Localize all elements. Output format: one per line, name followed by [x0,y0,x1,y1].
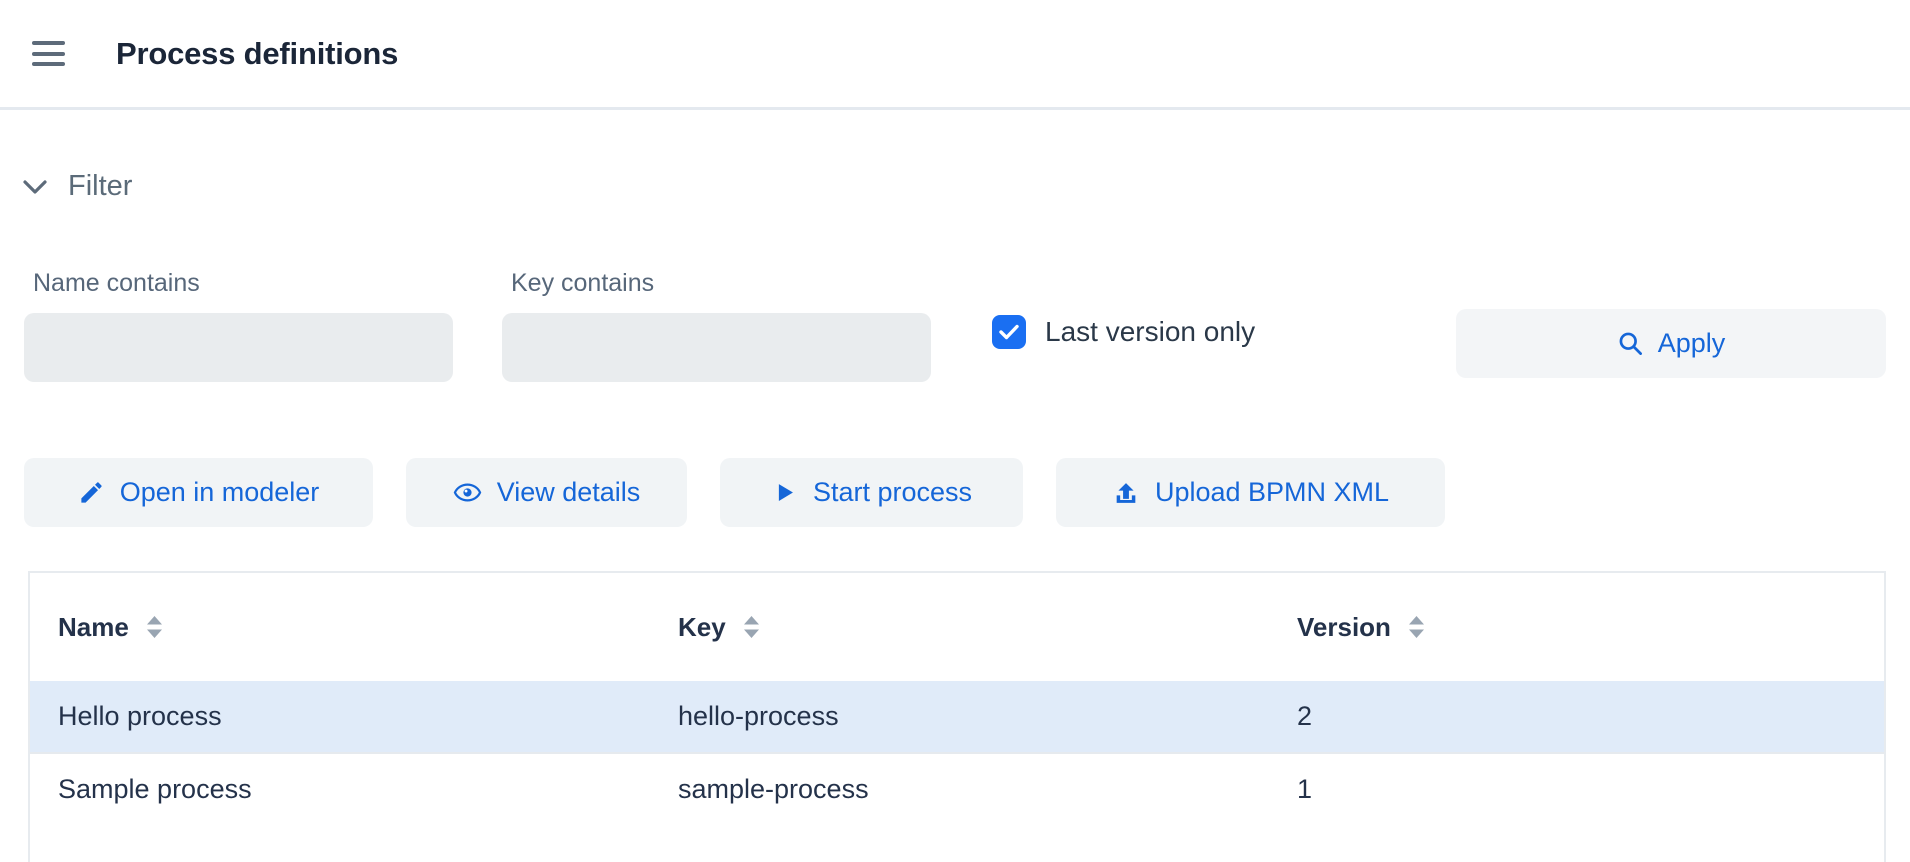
check-icon [998,323,1020,341]
open-in-modeler-label: Open in modeler [120,477,320,508]
name-contains-input[interactable] [24,313,453,382]
column-header-name-label: Name [58,612,129,643]
column-header-key-label: Key [678,612,726,643]
column-header-version-label: Version [1297,612,1391,643]
start-process-button[interactable]: Start process [720,458,1023,527]
apply-button[interactable]: Apply [1456,309,1886,378]
cell-version: 2 [1269,701,1884,732]
page-title: Process definitions [116,36,398,72]
process-definitions-table: Name Key Version [28,571,1886,862]
column-header-version[interactable]: Version [1297,612,1884,643]
view-details-button[interactable]: View details [406,458,687,527]
upload-bpmn-button[interactable]: Upload BPMN XML [1056,458,1445,527]
name-contains-field-group: Name contains [24,269,453,382]
column-header-name[interactable]: Name [58,612,650,643]
last-version-checkbox[interactable] [992,315,1026,349]
filter-section-toggle[interactable]: Filter [23,170,1910,203]
eye-icon [453,478,482,507]
key-contains-label: Key contains [511,269,931,298]
column-header-key[interactable]: Key [678,612,1269,643]
key-contains-field-group: Key contains [502,269,931,382]
sort-arrows-icon [743,615,760,639]
apply-button-label: Apply [1658,328,1726,359]
open-in-modeler-button[interactable]: Open in modeler [24,458,373,527]
start-process-label: Start process [813,477,972,508]
app-header: Process definitions [0,0,1910,110]
last-version-checkbox-group[interactable]: Last version only [992,315,1255,349]
sort-arrows-icon [146,615,163,639]
pencil-icon [78,479,105,506]
cell-version: 1 [1269,774,1884,805]
key-contains-input[interactable] [502,313,931,382]
cell-key: hello-process [650,701,1269,732]
cell-key: sample-process [650,774,1269,805]
cell-name: Hello process [30,701,650,732]
chevron-down-icon [23,180,47,194]
search-icon [1617,330,1644,357]
cell-name: Sample process [30,774,650,805]
hamburger-menu-icon[interactable] [32,41,65,66]
table-row[interactable]: Hello process hello-process 2 [30,681,1884,752]
upload-bpmn-label: Upload BPMN XML [1155,477,1389,508]
filter-form: Name contains Key contains Last version … [0,269,1910,382]
view-details-label: View details [497,477,641,508]
play-icon [771,479,798,506]
table-row[interactable]: Sample process sample-process 1 [30,752,1884,825]
filter-section-label: Filter [68,170,132,203]
name-contains-label: Name contains [33,269,453,298]
table-header-row: Name Key Version [30,573,1884,681]
sort-arrows-icon [1408,615,1425,639]
upload-icon [1112,479,1140,507]
last-version-label: Last version only [1045,316,1255,348]
actions-toolbar: Open in modeler View details Start proce… [24,458,1910,527]
